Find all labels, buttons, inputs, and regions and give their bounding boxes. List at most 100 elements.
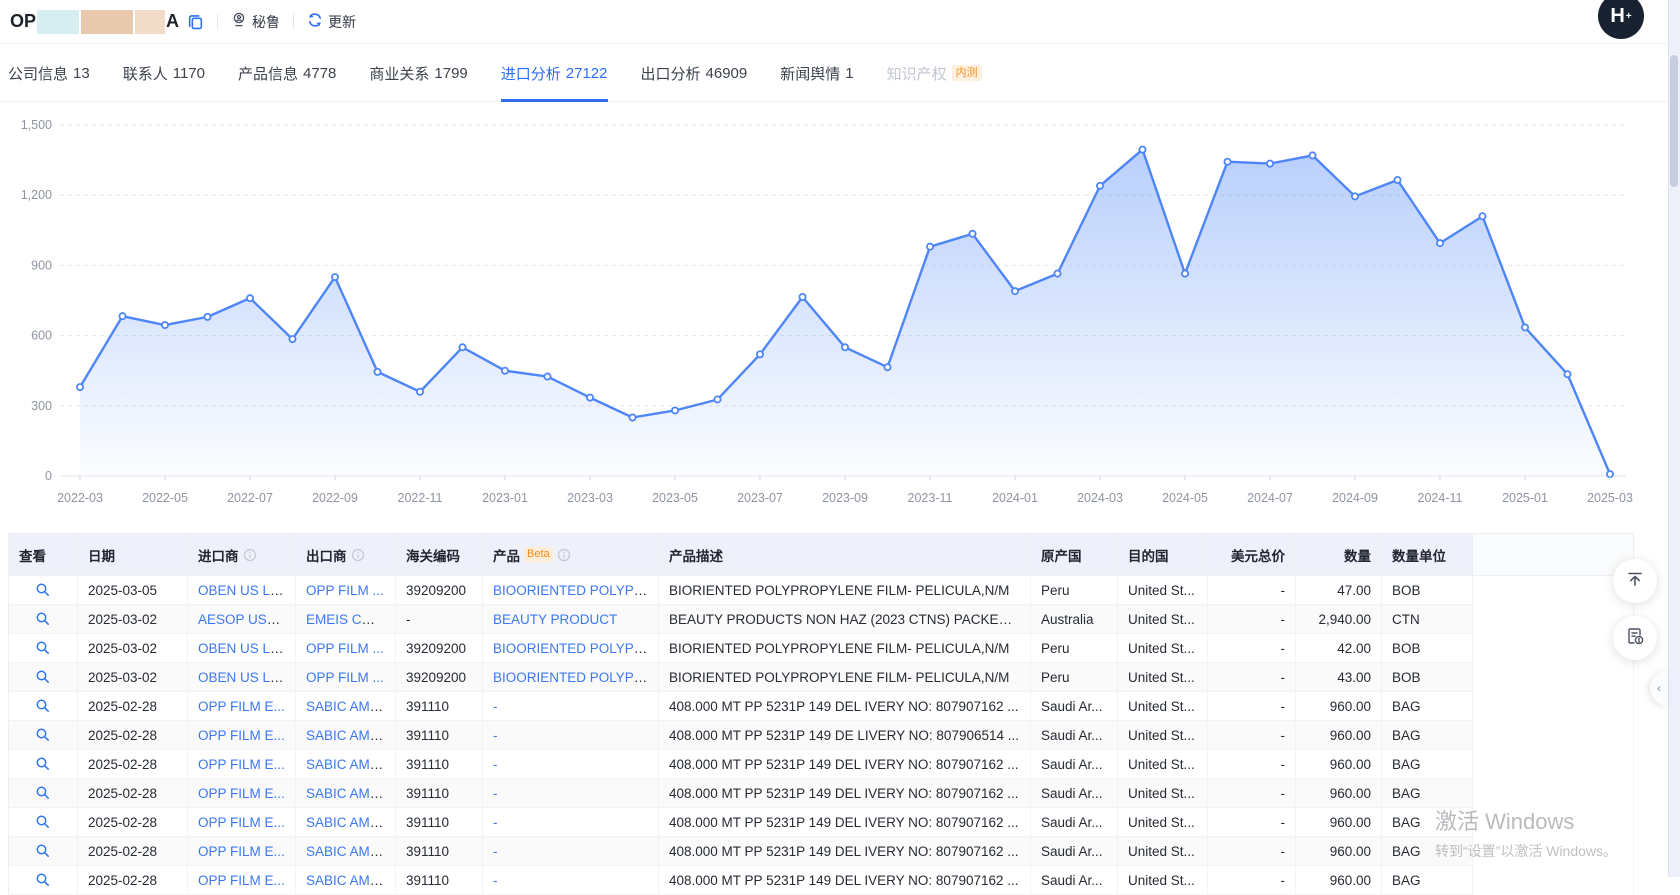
view-detail-button[interactable] bbox=[35, 785, 51, 801]
info-icon[interactable] bbox=[351, 548, 365, 562]
view-detail-button[interactable] bbox=[35, 611, 51, 627]
cell-exporter: OPP FILM ... bbox=[296, 663, 396, 692]
exporter-link[interactable]: SABIC AME... bbox=[306, 786, 390, 801]
product-link[interactable]: - bbox=[493, 786, 498, 801]
cell-view bbox=[9, 634, 78, 663]
copy-icon[interactable] bbox=[187, 13, 204, 30]
exporter-link[interactable]: SABIC AME... bbox=[306, 757, 390, 772]
view-detail-button[interactable] bbox=[35, 640, 51, 656]
divider bbox=[217, 14, 218, 29]
view-detail-button[interactable] bbox=[35, 872, 51, 888]
x-axis-label: 2025-01 bbox=[1502, 491, 1548, 505]
product-link[interactable]: BEAUTY PRODUCT bbox=[493, 612, 617, 627]
importer-link[interactable]: OPP FILM E... bbox=[198, 728, 285, 743]
product-link[interactable]: - bbox=[493, 873, 498, 888]
cell-product: BEAUTY PRODUCT bbox=[483, 605, 659, 634]
view-detail-button[interactable] bbox=[35, 698, 51, 714]
panel-collapse-handle[interactable]: ‹ bbox=[1650, 670, 1668, 706]
cell-view bbox=[9, 750, 78, 779]
view-detail-button[interactable] bbox=[35, 814, 51, 830]
exporter-link[interactable]: EMEIS COS... bbox=[306, 612, 392, 627]
cell-product: BIOORIENTED POLYPR... bbox=[483, 634, 659, 663]
data-point bbox=[884, 364, 890, 370]
x-axis-label: 2023-03 bbox=[567, 491, 613, 505]
report-error-button[interactable] bbox=[1613, 616, 1657, 660]
importer-link[interactable]: OBEN US LLC bbox=[198, 641, 287, 656]
exporter-link[interactable]: SABIC AME... bbox=[306, 873, 390, 888]
data-point bbox=[1054, 270, 1060, 276]
importer-link[interactable]: OPP FILM E... bbox=[198, 757, 285, 772]
view-detail-button[interactable] bbox=[35, 756, 51, 772]
import-trend-chart[interactable]: 03006009001,2001,5002022-032022-052022-0… bbox=[0, 100, 1640, 520]
cell-description: 408.000 MT PP 5231P 149 DEL IVERY NO: 80… bbox=[659, 779, 1031, 808]
cell-origin: Peru bbox=[1031, 634, 1118, 663]
cell-hs_code: 39209200 bbox=[396, 634, 483, 663]
view-detail-button[interactable] bbox=[35, 669, 51, 685]
scrollbar-thumb[interactable] bbox=[1670, 55, 1678, 187]
x-axis-label: 2023-01 bbox=[482, 491, 528, 505]
product-link[interactable]: - bbox=[493, 844, 498, 859]
tab-新闻舆情[interactable]: 新闻舆情1 bbox=[780, 45, 853, 101]
exporter-link[interactable]: SABIC AME... bbox=[306, 844, 390, 859]
cell-importer: AESOP USA ... bbox=[188, 605, 296, 634]
table-row: 2025-02-28OPP FILM E...SABIC AME...39111… bbox=[9, 866, 1634, 895]
tab-进口分析[interactable]: 进口分析 27122 bbox=[501, 45, 608, 101]
info-icon[interactable] bbox=[243, 548, 257, 562]
product-link[interactable]: BIOORIENTED POLYPR... bbox=[493, 641, 655, 656]
importer-link[interactable]: OBEN US LLC bbox=[198, 670, 287, 685]
exporter-link[interactable]: OPP FILM ... bbox=[306, 670, 384, 685]
tab-出口分析[interactable]: 出口分析46909 bbox=[641, 45, 748, 101]
importer-link[interactable]: OPP FILM E... bbox=[198, 873, 285, 888]
info-icon[interactable] bbox=[557, 548, 571, 562]
exporter-link[interactable]: OPP FILM ... bbox=[306, 583, 384, 598]
product-link[interactable]: BIOORIENTED POLYPR... bbox=[493, 583, 655, 598]
tab-count: 1170 bbox=[173, 65, 205, 82]
exporter-link[interactable]: SABIC AME... bbox=[306, 815, 390, 830]
x-axis-label: 2022-03 bbox=[57, 491, 103, 505]
view-detail-button[interactable] bbox=[35, 727, 51, 743]
importer-link[interactable]: OPP FILM E... bbox=[198, 786, 285, 801]
cell-importer: OBEN US LLC bbox=[188, 634, 296, 663]
table-row: 2025-02-28OPP FILM E...SABIC AME...39111… bbox=[9, 692, 1634, 721]
page-scrollbar[interactable] bbox=[1668, 0, 1680, 877]
cell-unit: CTN bbox=[1382, 605, 1473, 634]
company-name-suffix: A bbox=[166, 11, 179, 32]
importer-link[interactable]: OBEN US LLC bbox=[198, 583, 287, 598]
exporter-link[interactable]: OPP FILM ... bbox=[306, 641, 384, 656]
tab-公司信息[interactable]: 公司信息13 bbox=[8, 45, 90, 101]
product-link[interactable]: - bbox=[493, 728, 498, 743]
cell-product: - bbox=[483, 692, 659, 721]
update-button[interactable]: 更新 bbox=[307, 12, 356, 32]
product-link[interactable]: BIOORIENTED POLYPR... bbox=[493, 670, 655, 685]
cell-unit: BAG bbox=[1382, 750, 1473, 779]
view-detail-button[interactable] bbox=[35, 843, 51, 859]
tab-count: 46909 bbox=[706, 65, 748, 82]
country-button[interactable]: 秘鲁 bbox=[231, 12, 280, 32]
column-label: 出口商 bbox=[306, 545, 347, 565]
importer-link[interactable]: OPP FILM E... bbox=[198, 815, 285, 830]
tab-知识产权[interactable]: 知识产权内测 bbox=[887, 45, 982, 101]
tab-联系人[interactable]: 联系人1170 bbox=[123, 45, 205, 101]
x-axis-label: 2023-09 bbox=[822, 491, 868, 505]
tab-count: 27122 bbox=[566, 65, 608, 82]
y-axis-label: 1,500 bbox=[21, 118, 52, 132]
importer-link[interactable]: OPP FILM E... bbox=[198, 844, 285, 859]
import-records-table: 查看日期进口商出口商海关编码产品Beta产品描述原产国目的国美元总价数量数量单位… bbox=[8, 533, 1634, 895]
tab-label: 进口分析 bbox=[501, 63, 561, 84]
cell-hs_code: - bbox=[396, 605, 483, 634]
data-point bbox=[204, 314, 210, 320]
tab-商业关系[interactable]: 商业关系1799 bbox=[369, 45, 467, 101]
cell-description: 408.000 MT PP 5231P 149 DEL IVERY NO: 80… bbox=[659, 866, 1031, 895]
importer-link[interactable]: AESOP USA ... bbox=[198, 612, 290, 627]
cell-blank bbox=[1473, 837, 1634, 866]
exporter-link[interactable]: SABIC AME... bbox=[306, 699, 390, 714]
product-link[interactable]: - bbox=[493, 699, 498, 714]
column-header-importer: 进口商 bbox=[188, 534, 296, 576]
view-detail-button[interactable] bbox=[35, 582, 51, 598]
importer-link[interactable]: OPP FILM E... bbox=[198, 699, 285, 714]
back-to-top-button[interactable] bbox=[1613, 559, 1657, 603]
tab-产品信息[interactable]: 产品信息4778 bbox=[238, 45, 336, 101]
exporter-link[interactable]: SABIC AME... bbox=[306, 728, 390, 743]
product-link[interactable]: - bbox=[493, 757, 498, 772]
product-link[interactable]: - bbox=[493, 815, 498, 830]
